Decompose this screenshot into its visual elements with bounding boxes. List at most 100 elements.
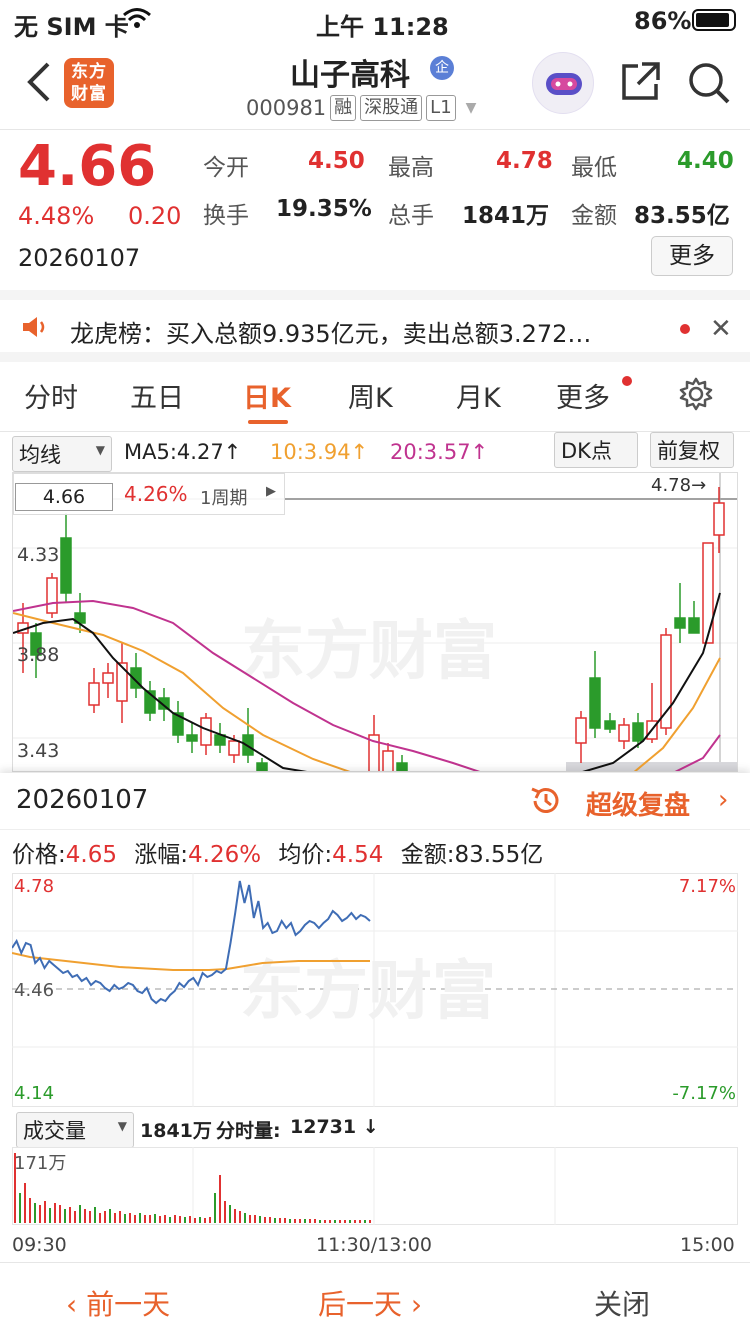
volume-bar	[249, 1215, 251, 1223]
candle	[713, 502, 725, 536]
volume-bar	[179, 1216, 181, 1223]
volume-bar	[339, 1220, 341, 1223]
settings-icon[interactable]	[678, 376, 714, 416]
replay-button[interactable]: 超级复盘	[586, 785, 690, 822]
ma-select[interactable]: 均线 ▼	[12, 436, 112, 472]
volume-bar	[154, 1214, 156, 1223]
volume-bar	[144, 1215, 146, 1223]
volume-bar	[284, 1218, 286, 1223]
prev-day-button[interactable]: ‹ 前一天	[66, 1283, 170, 1323]
candle	[228, 740, 240, 756]
volume-bar	[64, 1209, 66, 1223]
low-label: 最低	[571, 155, 617, 181]
app-logo[interactable]: 东方财富	[64, 58, 114, 108]
volume-bar	[349, 1220, 351, 1223]
volume-bar	[169, 1217, 171, 1223]
volume-bar	[59, 1205, 61, 1223]
high-value: 4.78	[496, 148, 553, 174]
quote-panel: 4.66 4.48% 0.20 20260107 今开 4.50 最高 4.78…	[0, 130, 750, 290]
adjust-button[interactable]: 前复权	[650, 432, 734, 468]
volume-bar	[274, 1218, 276, 1223]
volume-bar	[189, 1216, 191, 1223]
volume-select-label: 成交量	[23, 1119, 86, 1143]
high-label: 最高	[388, 155, 434, 181]
tab-monthly-k[interactable]: 月K	[456, 376, 501, 415]
unread-dot	[680, 324, 690, 334]
tab-five-day[interactable]: 五日	[130, 376, 184, 415]
intraday-sheet: 20260107 超级复盘 › 价格:4.65 涨幅:4.26% 均价:4.54…	[0, 773, 750, 1334]
battery-icon	[692, 9, 736, 31]
candle	[688, 617, 700, 634]
candle	[632, 722, 644, 742]
volume-bar	[324, 1220, 326, 1223]
volume-bar	[199, 1217, 201, 1223]
volume-bar	[134, 1215, 136, 1223]
notice-bar[interactable]: 龙虎榜：买入总额9.935亿元，卖出总额3.272… ✕	[0, 290, 750, 362]
dropdown-caret-icon[interactable]: ▼	[466, 100, 477, 116]
candle	[396, 762, 408, 771]
close-button[interactable]: 关闭	[594, 1283, 650, 1323]
volume-bar	[219, 1175, 221, 1223]
dk-button[interactable]: DK点	[554, 432, 638, 468]
watermark: 东方财富	[241, 615, 497, 689]
volume-label: 总手	[388, 203, 434, 229]
assistant-avatar[interactable]	[532, 52, 594, 114]
volume-strip	[566, 762, 737, 771]
active-tab-indicator	[248, 420, 288, 424]
y-label-mid: 3.88	[17, 644, 59, 666]
volume-total: 1841万	[140, 1120, 212, 1142]
volume-bar	[299, 1219, 301, 1223]
volume-bar	[124, 1214, 126, 1223]
change-percent: 4.48%	[18, 202, 95, 230]
tab-daily-k[interactable]: 日K	[243, 376, 291, 415]
tab-weekly-k[interactable]: 周K	[348, 376, 393, 415]
volume-select[interactable]: 成交量 ▼	[16, 1112, 134, 1148]
ma5-legend: MA5:4.27↑	[124, 440, 242, 464]
volume-bar	[314, 1219, 316, 1223]
candle	[256, 762, 268, 771]
volume-bar	[109, 1209, 111, 1223]
turnover-value: 19.35%	[276, 196, 372, 222]
intraday-chart[interactable]: 东方财富 4.78 4.46 4.14 7.17% -7.17%	[12, 873, 738, 1107]
kline-canvas: 东方财富 4.33 3.88 3.43 4.78→	[13, 473, 737, 771]
low-value: 4.40	[677, 148, 734, 174]
close-icon[interactable]: ✕	[710, 314, 732, 344]
carrier-label: 无 SIM 卡	[14, 13, 129, 41]
stock-header: 东方财富 山子高科 企 000981 融 深股通 L1 ▼	[0, 40, 750, 130]
tag-level: L1	[426, 95, 456, 121]
amt-label: 金额:	[400, 842, 455, 868]
candle	[382, 750, 394, 771]
volume-bar	[79, 1205, 81, 1223]
share-icon[interactable]	[618, 60, 662, 108]
volume-bar	[29, 1198, 31, 1223]
cursor-price-tag: 4.66	[15, 483, 113, 511]
more-button[interactable]: 更多	[651, 236, 733, 276]
y-top: 4.78	[14, 876, 54, 897]
tab-more[interactable]: 更多	[556, 376, 610, 415]
chevron-right-icon[interactable]: ›	[718, 785, 728, 815]
tab-intraday[interactable]: 分时	[24, 376, 78, 415]
volume-bar	[84, 1209, 86, 1223]
candle	[575, 717, 587, 744]
y-label-top: 4.33	[17, 544, 59, 566]
caret-right-icon: ▶	[266, 484, 276, 499]
volume-bar	[89, 1211, 91, 1223]
kline-chart[interactable]: 东方财富 4.33 3.88 3.43 4.78→ 涨 4.26% 1周期 ▶ …	[12, 472, 738, 772]
volume-chart: 171万	[12, 1147, 738, 1225]
next-day-button[interactable]: 后一天 ›	[318, 1283, 422, 1323]
ma-select-label: 均线	[19, 443, 61, 467]
volume-bar	[259, 1216, 261, 1223]
back-icon[interactable]	[24, 60, 54, 108]
volume-bar	[114, 1213, 116, 1223]
clock: 上午 11:28	[316, 13, 449, 41]
quote-date: 20260107	[18, 244, 141, 272]
stock-code: 000981	[246, 96, 327, 120]
high-marker: 4.78→	[651, 475, 706, 496]
candle	[674, 617, 686, 629]
volume-bar	[139, 1213, 141, 1223]
pct-bottom: -7.17%	[672, 1083, 736, 1104]
history-icon[interactable]	[528, 783, 564, 823]
chart-toolbar: 均线 ▼ MA5:4.27↑ 10:3.94↑ 20:3.57↑ DK点 前复权	[0, 432, 750, 472]
search-icon[interactable]	[686, 60, 732, 110]
chg-label: 涨幅:	[134, 842, 189, 868]
